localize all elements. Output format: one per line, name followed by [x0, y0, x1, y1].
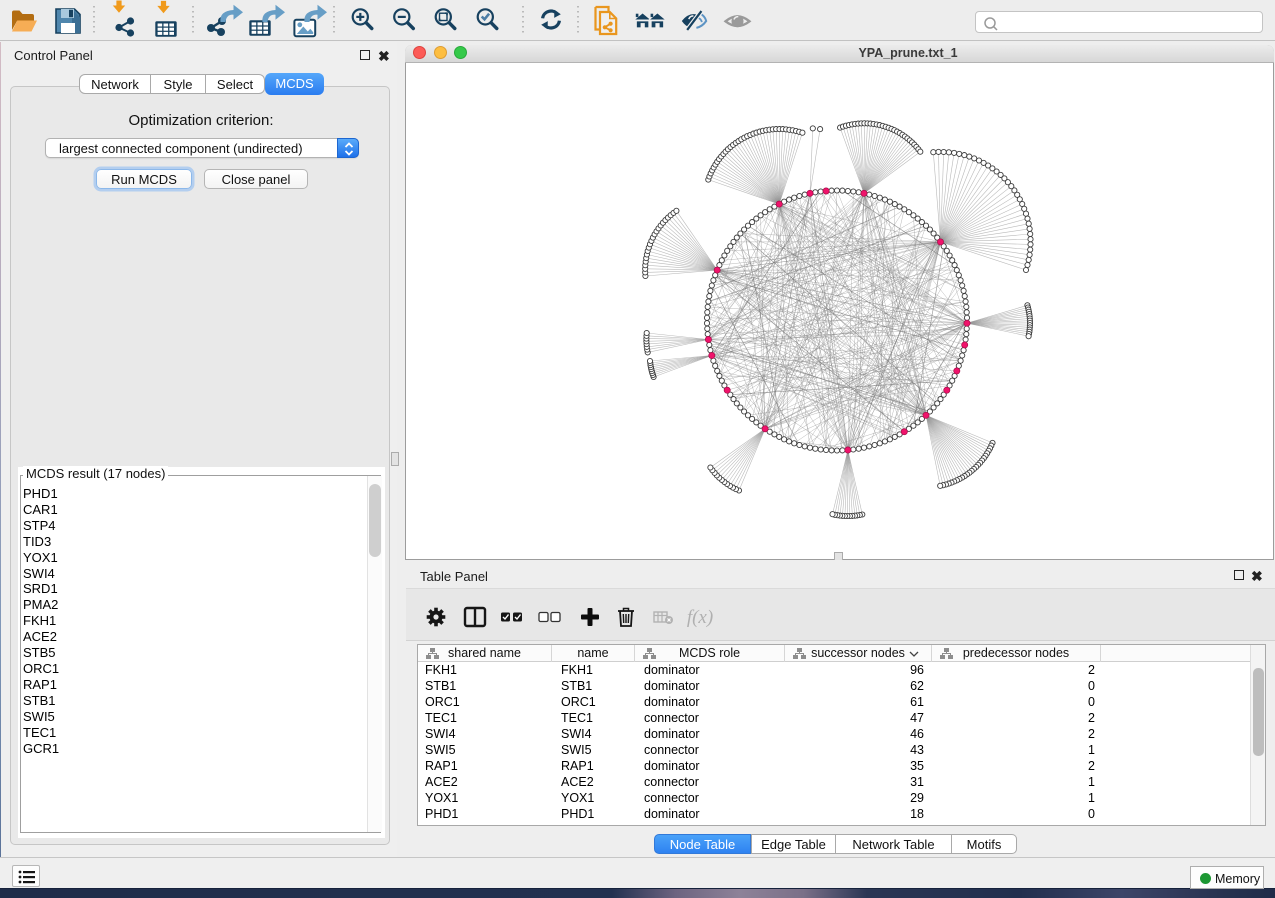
svg-text:f(x): f(x)	[687, 607, 713, 628]
